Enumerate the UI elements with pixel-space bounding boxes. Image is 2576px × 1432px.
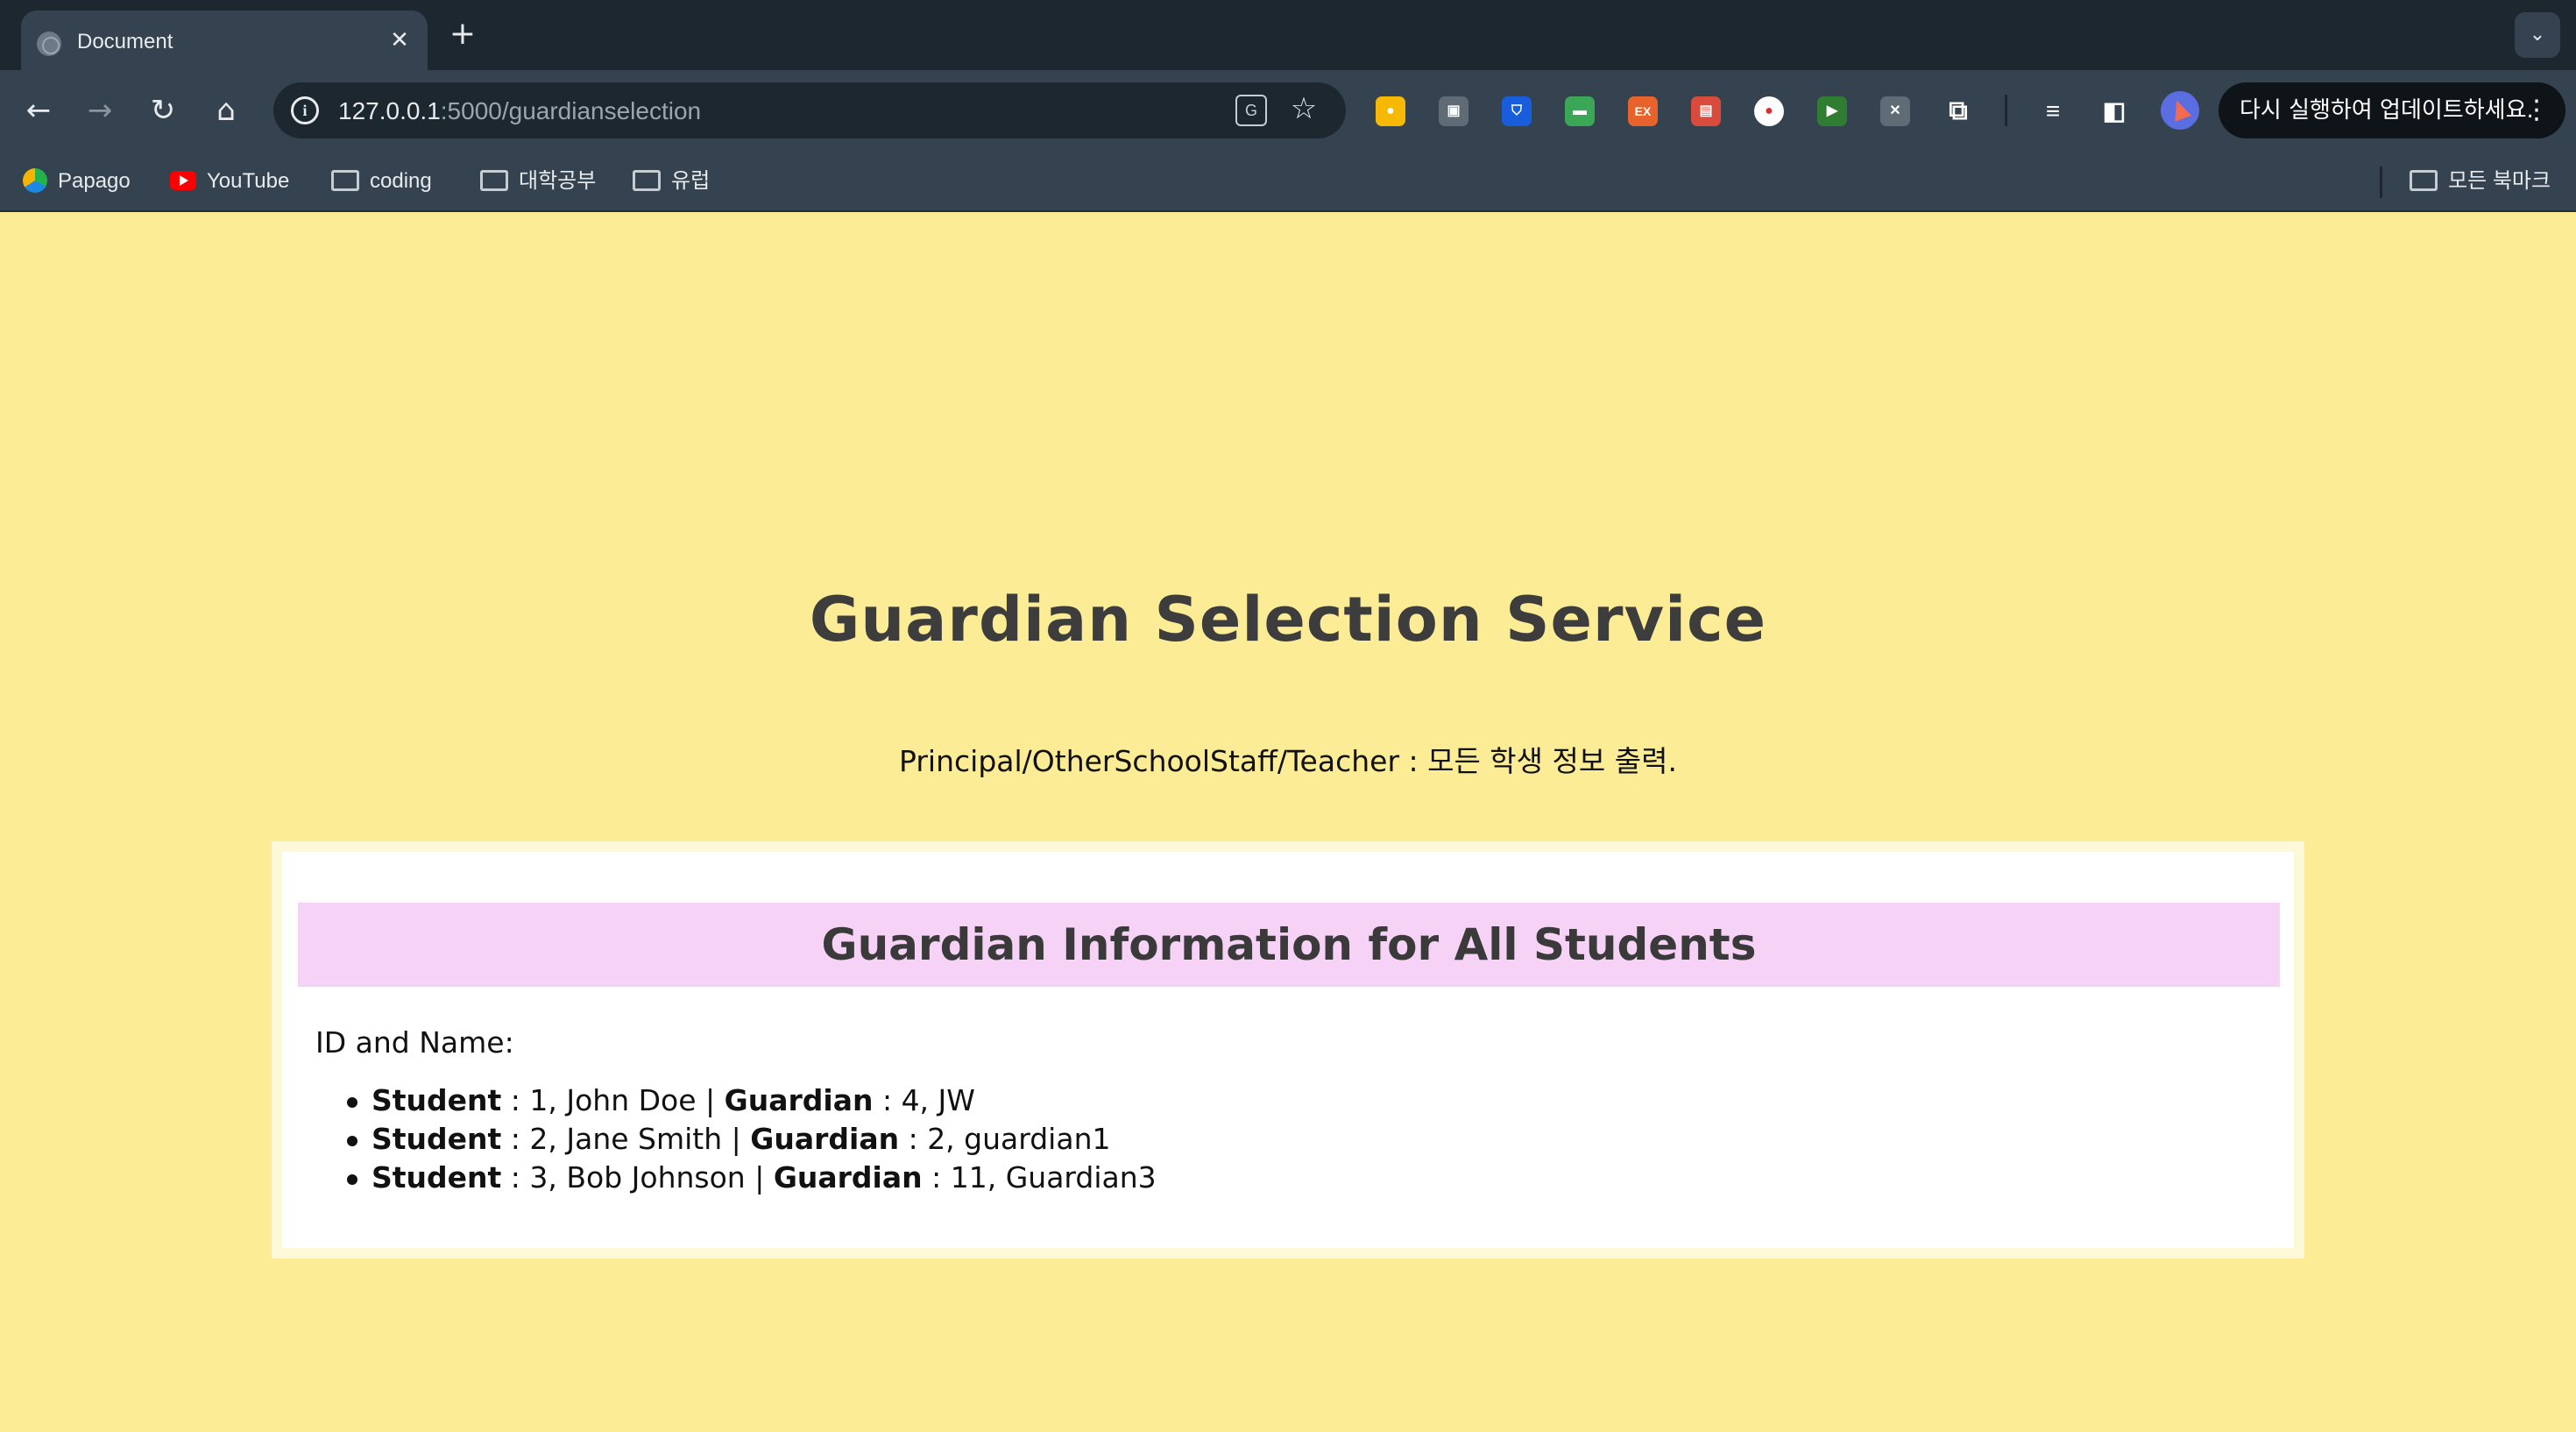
reading-list-icon[interactable]: ≡ [2038,96,2068,126]
list-item: Student : 2, Jane Smith | Guardian : 2, … [347,1120,1157,1159]
printer-extension-icon[interactable]: ▤ [1691,96,1721,126]
list-item: Student : 1, John Doe | Guardian : 4, JW [347,1081,1157,1120]
tab-search-button[interactable]: ⌄ [2515,12,2560,58]
mic-off-extension-icon[interactable]: ✕ [1880,96,1910,126]
media-extension-icon[interactable]: ▶ [1817,96,1847,126]
browser-toolbar: ← → ↻ ⌂ i 127.0.0.1:5000/guardianselecti… [0,70,2576,151]
translate-icon[interactable]: G [1235,95,1267,126]
page-content: Guardian Selection Service Principal/Oth… [0,212,2576,1432]
back-arrow-icon[interactable]: ← [19,91,58,130]
bookmark-papago[interactable]: Papago [23,167,131,196]
ex-extension-icon[interactable]: EX [1628,96,1658,126]
new-tab-button[interactable]: + [445,18,480,53]
home-icon[interactable]: ⌂ [207,91,245,130]
extensions-puzzle-icon[interactable]: ⧉ [1943,96,1973,126]
folder-icon [480,169,508,191]
site-info-icon[interactable]: i [291,96,319,124]
reload-icon[interactable]: ↻ [144,91,182,130]
guardian-list: Student : 1, John Doe | Guardian : 4, JW… [347,1081,1157,1197]
list-item: Student : 3, Bob Johnson | Guardian : 11… [347,1159,1157,1197]
forward-arrow-icon[interactable]: → [81,91,119,130]
page-subtitle: Principal/OtherSchoolStaff/Teacher : 모든 … [899,744,1677,778]
bitwarden-extension-icon[interactable]: ⛉ [1502,96,1532,126]
bookmark-folder-europe[interactable]: 유럽 [633,167,710,196]
folder-icon [633,169,661,191]
card-header: Guardian Information for All Students [298,903,2280,987]
tab-document[interactable]: Document ✕ [21,11,428,70]
more-menu-icon[interactable]: ⋮ [2523,82,2550,138]
page-title: Guardian Selection Service [809,584,1767,656]
papago-icon [23,167,47,193]
globe-icon [37,32,61,56]
youtube-icon [170,170,196,190]
folder-icon [2410,169,2438,191]
bookmark-youtube[interactable]: YouTube [170,167,289,196]
update-chrome-button[interactable]: 다시 실행하여 업데이트하세요. ⋮ [2219,82,2565,138]
bookmarks-bar: Papago YouTube coding 대학공부 유럽 모든 북마크 [0,151,2576,212]
screenshot-extension-icon[interactable]: ▣ [1439,96,1468,126]
address-url[interactable]: 127.0.0.1:5000/guardianselection [338,97,701,125]
bookmark-folder-university[interactable]: 대학공부 [480,167,596,196]
folder-icon [331,169,359,191]
profile-avatar[interactable] [2161,91,2199,130]
bookmark-folder-coding[interactable]: coding [331,167,432,196]
record-extension-icon[interactable]: ● [1754,96,1784,126]
bookmark-star-icon[interactable]: ☆ [1286,91,1321,126]
card-extension-icon[interactable]: ▬ [1565,96,1595,126]
update-prompt-label: 다시 실행하여 업데이트하세요. [2240,97,2534,124]
guardian-info-card: Guardian Information for All Students ID… [272,841,2304,1258]
side-panel-icon[interactable]: ◧ [2099,96,2129,126]
id-and-name-label: ID and Name: [315,1025,514,1060]
tab-strip: Document ✕ + ⌄ [0,0,2576,70]
close-tab-icon[interactable]: ✕ [386,26,414,54]
address-bar[interactable]: i 127.0.0.1:5000/guardianselection G ☆ [273,82,1346,138]
toolbar-divider [2005,95,2007,126]
tab-title: Document [77,30,173,53]
bookmarks-divider [2380,167,2382,198]
keep-extension-icon[interactable]: ● [1376,96,1405,126]
all-bookmarks-folder[interactable]: 모든 북마크 [2410,167,2551,196]
